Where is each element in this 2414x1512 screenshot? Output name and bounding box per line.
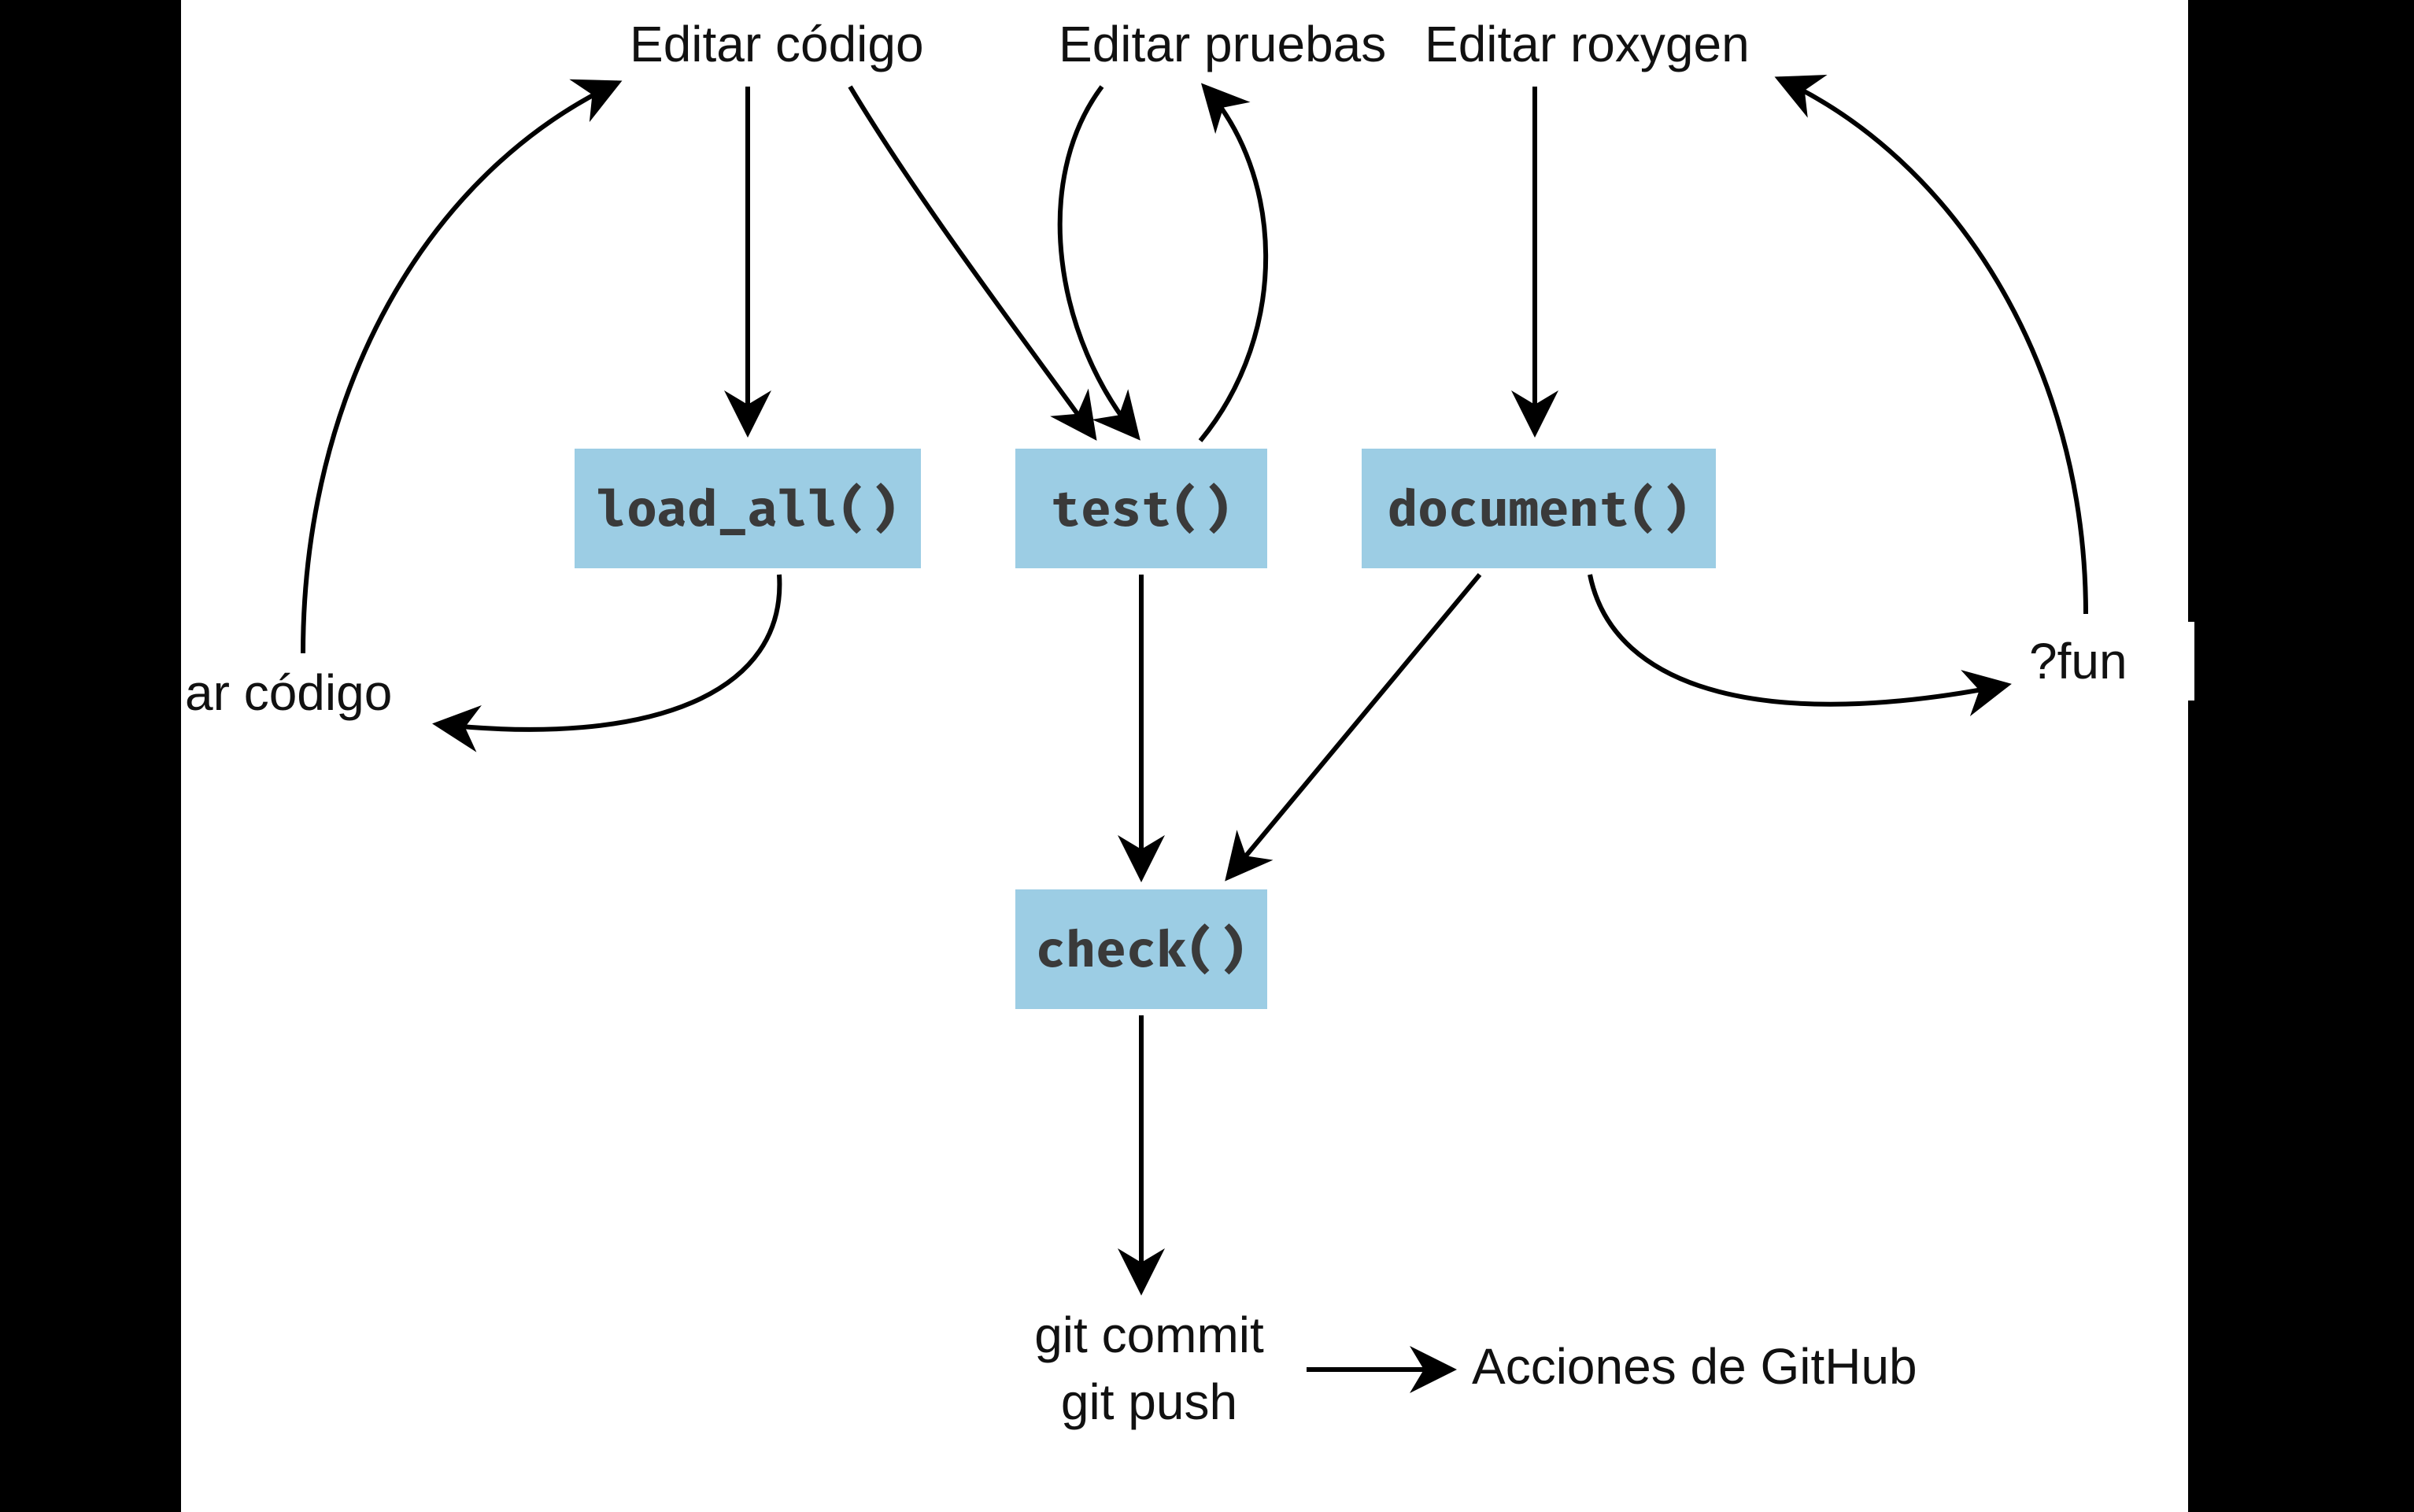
arrow-editcode-to-test (850, 87, 1094, 437)
label-fun-help: ?fun (2023, 622, 2194, 701)
label-edit-tests: Editar pruebas (1059, 16, 1386, 74)
arrow-runcode-to-editcode (303, 83, 618, 653)
arrow-fun-to-editroxygen (1779, 79, 2086, 614)
arrow-loadall-to-runcode (437, 575, 779, 730)
arrows-layer (181, 0, 2188, 1512)
label-github-actions: Acciones de GitHub (1472, 1338, 1917, 1396)
label-git-commit: git commit (1007, 1307, 1291, 1365)
label-edit-code: Editar código (630, 16, 924, 74)
label-run-code-fragment: ar código (185, 664, 392, 723)
page: Editar código Editar pruebas Editar roxy… (0, 0, 2414, 1512)
box-document: document() (1362, 449, 1716, 568)
arrow-test-to-edittests (1200, 87, 1266, 441)
label-git-push: git push (1007, 1373, 1291, 1432)
label-edit-roxygen: Editar roxygen (1425, 16, 1750, 74)
box-load-all: load_all() (575, 449, 921, 568)
arrow-edittests-to-test (1060, 87, 1137, 437)
arrow-document-to-check (1228, 575, 1480, 878)
arrow-document-to-fun (1590, 575, 2007, 704)
canvas: Editar código Editar pruebas Editar roxy… (181, 0, 2188, 1512)
box-check: check() (1015, 889, 1267, 1009)
box-test: test() (1015, 449, 1267, 568)
